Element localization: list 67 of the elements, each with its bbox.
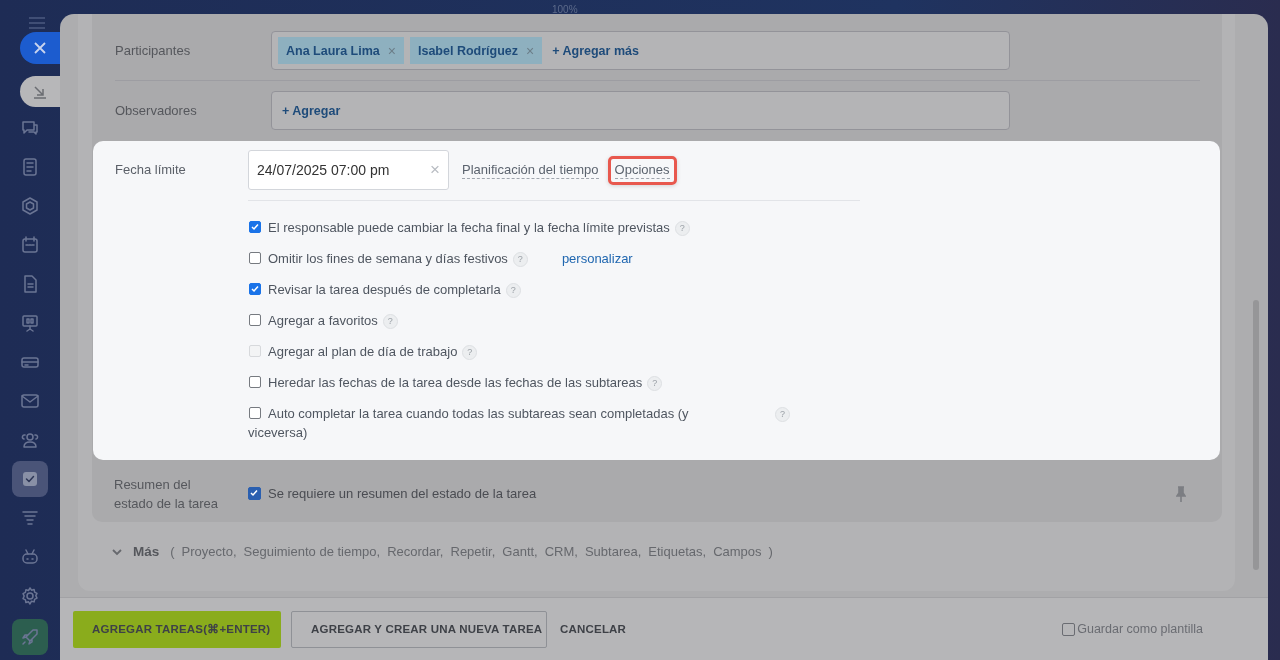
chevron-icon[interactable] bbox=[112, 547, 122, 556]
collapse-button[interactable] bbox=[20, 76, 60, 107]
more-section-link[interactable]: Proyecto, bbox=[181, 544, 237, 559]
customize-link[interactable]: personalizar bbox=[561, 249, 633, 268]
checkbox[interactable] bbox=[249, 314, 261, 326]
checkbox-icon[interactable] bbox=[12, 461, 48, 497]
options-link[interactable]: Opciones bbox=[614, 161, 670, 179]
more-toggle[interactable]: Más bbox=[133, 544, 160, 559]
remove-chip-button[interactable]: × bbox=[526, 42, 535, 59]
checkbox[interactable] bbox=[249, 283, 261, 295]
observers-field[interactable]: + Agregar bbox=[271, 91, 1010, 130]
add-and-new-button[interactable]: AGREGAR Y CREAR UNA NUEVA TAREA bbox=[291, 610, 547, 648]
more-section-link[interactable]: Campos bbox=[713, 544, 762, 559]
more-section-link[interactable]: Subtarea, bbox=[584, 544, 642, 559]
participants-field[interactable]: Ana Laura Lima × Isabel Rodríguez × + Agregar más bbox=[271, 31, 1010, 70]
more-section-link[interactable]: Seguimiento de tiempo, bbox=[243, 544, 381, 559]
field-label: Observadores bbox=[115, 103, 198, 118]
menu-icon[interactable] bbox=[29, 17, 45, 29]
more-section-link[interactable]: CRM, bbox=[544, 544, 578, 559]
close-icon bbox=[34, 42, 46, 54]
option-label: Omitir los fines de semana y días festivos bbox=[248, 249, 508, 268]
options-link[interactable]: Planificación del tiempo bbox=[462, 161, 599, 179]
rocket-icon[interactable] bbox=[12, 619, 48, 655]
add-link[interactable]: + Agregar bbox=[282, 103, 341, 118]
help-icon[interactable]: ? bbox=[775, 407, 790, 422]
field-label: Resumen del estado de la tarea bbox=[114, 475, 220, 513]
checkbox-label: Se requiere un resumen del estado de la tarea bbox=[268, 486, 537, 501]
collapse-icon bbox=[33, 84, 47, 99]
cancel-button[interactable]: CANCELAR bbox=[557, 610, 630, 648]
checkbox[interactable] bbox=[249, 376, 261, 388]
more-section-link[interactable]: Repetir, bbox=[450, 544, 496, 559]
option-label: Agregar al plan de día de trabajo bbox=[248, 342, 458, 361]
checkbox[interactable] bbox=[249, 252, 261, 264]
add-tasks-button[interactable]: AGREGAR TAREAS(⌘+ENTER) bbox=[73, 610, 281, 648]
field-label: Participantes bbox=[115, 43, 192, 58]
participant-chip[interactable]: Isabel Rodríguez × bbox=[409, 37, 543, 64]
help-icon[interactable]: ? bbox=[505, 283, 521, 298]
help-icon[interactable]: ? bbox=[647, 376, 663, 391]
option-label: Agregar a favoritos bbox=[248, 311, 378, 330]
pin-icon[interactable] bbox=[1176, 485, 1186, 502]
option-label: Auto completar la tarea cuando todas las subtareas sean completadas (y viceversa) bbox=[248, 405, 690, 442]
help-icon[interactable]: ? bbox=[512, 252, 528, 267]
date-field[interactable]: 24/07/2025 07:00 pm × bbox=[248, 150, 449, 190]
checkmark-icon bbox=[251, 223, 259, 231]
checkbox[interactable] bbox=[249, 221, 261, 233]
checkbox-label: Guardar como plantilla bbox=[1077, 622, 1203, 636]
checkbox[interactable] bbox=[249, 407, 261, 419]
parenthesis: ) bbox=[768, 544, 773, 559]
add-more-link[interactable]: + Agregar más bbox=[552, 43, 639, 58]
remove-chip-button[interactable]: × bbox=[387, 42, 396, 59]
more-section-link[interactable]: Gantt, bbox=[502, 544, 538, 559]
checkmark-icon bbox=[251, 285, 259, 293]
field-label: Fecha límite bbox=[115, 161, 187, 179]
checkbox[interactable] bbox=[1062, 622, 1076, 636]
participant-chip[interactable]: Ana Laura Lima × bbox=[278, 37, 404, 64]
checkbox[interactable] bbox=[248, 487, 261, 500]
help-icon[interactable]: ? bbox=[674, 221, 690, 236]
parenthesis: ( bbox=[170, 544, 175, 559]
option-label: Heredar las fechas de la tarea desde las fechas de las subtareas bbox=[248, 373, 643, 392]
help-icon[interactable]: ? bbox=[382, 314, 398, 329]
option-label: El responsable puede cambiar la fecha final y la fecha límite previstas bbox=[248, 218, 670, 237]
checkmark-icon bbox=[250, 489, 258, 497]
option-label: Revisar la tarea después de completarla bbox=[248, 280, 501, 299]
more-section-link[interactable]: Etiquetas, bbox=[648, 544, 707, 559]
clear-button[interactable]: × bbox=[430, 160, 440, 180]
more-section-link[interactable]: Recordar, bbox=[387, 544, 444, 559]
close-button[interactable] bbox=[20, 32, 60, 64]
